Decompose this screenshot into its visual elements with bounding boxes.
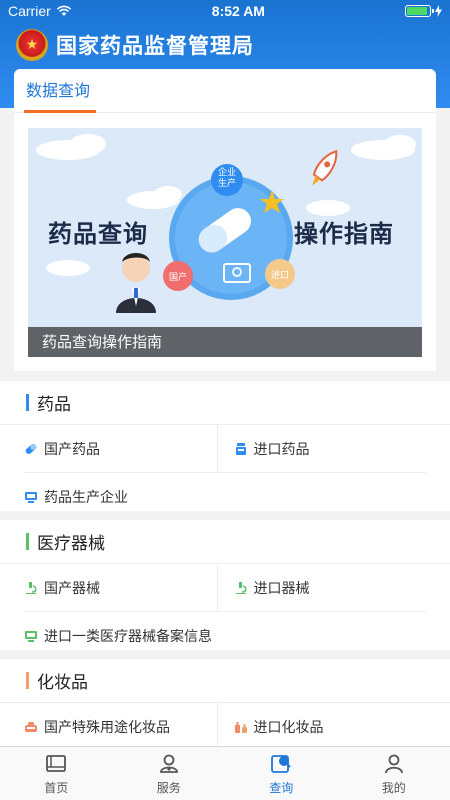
capsule-icon bbox=[25, 443, 37, 454]
section-title: 化妆品 bbox=[37, 673, 88, 693]
service-icon bbox=[159, 754, 178, 773]
section-drugs: 药品 国产药品 进口药品 药品生产企业 bbox=[0, 381, 450, 511]
bottles-icon bbox=[234, 722, 247, 733]
tab-label: 服务 bbox=[156, 780, 181, 795]
tab-mine[interactable]: 我的 bbox=[338, 747, 450, 800]
bubble-import: 进口 bbox=[270, 271, 289, 281]
section-cosmetics: 化妆品 国产特殊用途化妆品 进口化妆品 bbox=[0, 659, 450, 751]
tab-home[interactable]: 首页 bbox=[0, 747, 113, 800]
item-label: 进口器械 bbox=[253, 580, 310, 597]
item-label: 国产特殊用途化妆品 bbox=[44, 720, 170, 736]
section-accent bbox=[26, 533, 29, 550]
banner-headline-left: 药品查询 bbox=[48, 220, 148, 248]
monitor-icon bbox=[25, 631, 37, 642]
drug-manufacturers-link[interactable]: 药品生产企业 bbox=[24, 473, 426, 521]
tab-label: 首页 bbox=[44, 780, 69, 795]
pill-box-icon bbox=[235, 442, 246, 455]
microscope-icon bbox=[26, 581, 37, 594]
bubble-domestic: 国产 bbox=[168, 273, 187, 283]
section-title: 药品 bbox=[37, 395, 71, 415]
app-title: 国家药品监督管理局 bbox=[56, 34, 254, 58]
user-icon bbox=[384, 754, 403, 773]
section-medical-devices: 医疗器械 国产器械 进口器械 进口一类医疗器械备案信息 bbox=[0, 520, 450, 650]
battery-icon bbox=[404, 5, 434, 17]
status-bar: Carrier 8:52 AM bbox=[0, 0, 450, 22]
tab-label: 我的 bbox=[381, 780, 406, 795]
national-emblem-icon: ★ bbox=[16, 29, 48, 61]
class-one-device-records-link[interactable]: 进口一类医疗器械备案信息 bbox=[24, 612, 426, 660]
bottom-tab-bar: 首页 服务 查询 我的 bbox=[0, 746, 450, 800]
item-label: 进口化妆品 bbox=[253, 720, 324, 736]
item-label: 药品生产企业 bbox=[44, 490, 128, 506]
domestic-devices-link[interactable]: 国产器械 bbox=[24, 564, 218, 611]
wifi-icon bbox=[56, 5, 71, 16]
query-icon bbox=[271, 754, 291, 773]
cosmetic-icon bbox=[25, 722, 37, 732]
tab-label: 查询 bbox=[269, 780, 294, 795]
imported-drugs-link[interactable]: 进口药品 bbox=[218, 425, 427, 472]
banner-headline-right: 操作指南 bbox=[294, 220, 394, 248]
tab-query[interactable]: 查询 bbox=[225, 747, 338, 800]
bubble-enterprise: 企业 生产 bbox=[217, 168, 236, 189]
section-accent bbox=[26, 672, 29, 689]
section-accent bbox=[26, 394, 29, 411]
book-icon bbox=[46, 754, 67, 772]
query-card: 数据查询 药品查询 操作指南 企业 生产 国产 进口 药品查询操作指南 bbox=[14, 69, 436, 371]
charging-icon bbox=[434, 5, 442, 17]
guide-banner[interactable]: 药品查询 操作指南 企业 生产 国产 进口 药品查询操作指南 bbox=[28, 128, 422, 357]
item-label: 进口药品 bbox=[253, 441, 310, 458]
item-label: 国产器械 bbox=[44, 580, 100, 597]
tab-data-query[interactable]: 数据查询 bbox=[26, 69, 90, 113]
tab-indicator bbox=[24, 110, 96, 113]
domestic-drugs-link[interactable]: 国产药品 bbox=[24, 425, 218, 472]
item-label: 进口一类医疗器械备案信息 bbox=[44, 629, 212, 645]
tab-service[interactable]: 服务 bbox=[113, 747, 226, 800]
banner-caption: 药品查询操作指南 bbox=[28, 327, 422, 357]
domestic-special-cosmetics-link[interactable]: 国产特殊用途化妆品 bbox=[24, 703, 218, 751]
microscope-icon bbox=[235, 581, 247, 594]
section-title: 医疗器械 bbox=[37, 534, 105, 554]
factory-icon bbox=[25, 492, 37, 503]
clock: 8:52 AM bbox=[211, 3, 265, 19]
imported-cosmetics-link[interactable]: 进口化妆品 bbox=[218, 703, 427, 751]
item-label: 国产药品 bbox=[44, 441, 100, 458]
imported-devices-link[interactable]: 进口器械 bbox=[218, 564, 427, 611]
carrier-label: Carrier bbox=[8, 3, 51, 19]
